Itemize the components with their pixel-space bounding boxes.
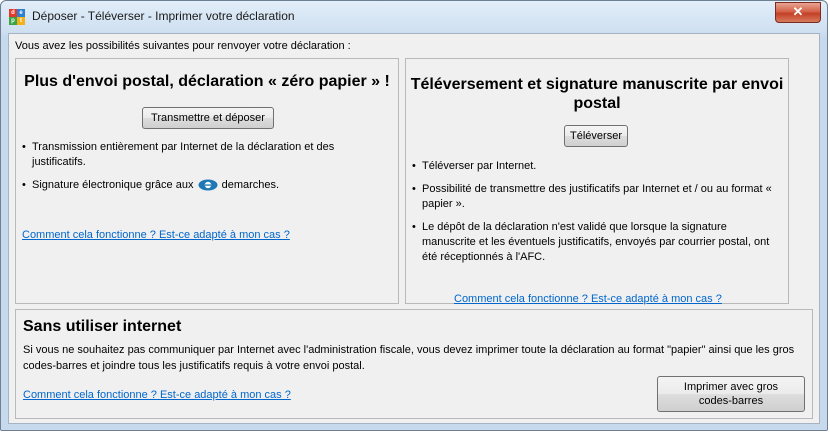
dialog-window: d e p t Déposer - Téléverser - Imprimer … xyxy=(0,0,828,431)
button-label-line: Imprimer avec gros xyxy=(683,381,779,393)
app-icon-cell: d xyxy=(9,9,17,17)
intro-text: Vous avez les possibilités suivantes pou… xyxy=(15,40,351,52)
window-title: Déposer - Téléverser - Imprimer votre dé… xyxy=(32,9,295,23)
app-icon: d e p t xyxy=(9,9,25,25)
close-icon: ✕ xyxy=(792,4,804,19)
list-item: Signature électronique grâce aux demarch… xyxy=(22,178,368,193)
upload-button[interactable]: Téléverser xyxy=(564,125,628,147)
title-bar: d e p t Déposer - Téléverser - Imprimer … xyxy=(1,1,827,33)
panel-zero-paper: Plus d'envoi postal, déclaration « zéro … xyxy=(15,58,399,304)
panel-offline: Sans utiliser internet Si vous ne souhai… xyxy=(15,309,813,419)
panel-offline-text: Si vous ne souhaitez pas communiquer par… xyxy=(23,344,795,372)
list-item: Transmission entièrement par Internet de… xyxy=(22,140,368,170)
e-demarches-logo-icon xyxy=(198,179,218,191)
panel-upload: Téléversement et signature manuscrite pa… xyxy=(405,58,789,305)
close-button[interactable]: ✕ xyxy=(775,2,821,23)
how-it-works-link[interactable]: Comment cela fonctionne ? Est-ce adapté … xyxy=(454,293,722,305)
list-item: Téléverser par Internet. xyxy=(412,159,774,174)
how-it-works-link[interactable]: Comment cela fonctionne ? Est-ce adapté … xyxy=(23,389,291,401)
app-icon-cell: e xyxy=(17,9,25,17)
transmit-and-file-button[interactable]: Transmettre et déposer xyxy=(142,107,274,129)
panel-zero-paper-title: Plus d'envoi postal, déclaration « zéro … xyxy=(24,73,390,90)
panel-upload-title: Téléversement et signature manuscrite pa… xyxy=(410,76,784,112)
app-icon-cell: p xyxy=(9,17,17,25)
button-label-line: codes-barres xyxy=(698,395,764,407)
list-item: Le dépôt de la déclaration n'est validé … xyxy=(412,220,774,265)
panel-offline-title: Sans utiliser internet xyxy=(23,318,182,335)
dialog-content: Vous avez les possibilités suivantes pou… xyxy=(8,33,820,424)
list-item-text: Signature électronique grâce aux xyxy=(32,179,194,191)
print-with-barcodes-button[interactable]: Imprimer avec gros codes-barres xyxy=(657,376,805,412)
app-icon-cell: t xyxy=(17,17,25,25)
list-item-text: demarches. xyxy=(221,179,280,191)
panel-upload-list: Téléverser par Internet. Possibilité de … xyxy=(412,159,774,273)
how-it-works-link[interactable]: Comment cela fonctionne ? Est-ce adapté … xyxy=(22,229,290,241)
list-item: Possibilité de transmettre des justifica… xyxy=(412,182,774,212)
panel-zero-paper-list: Transmission entièrement par Internet de… xyxy=(22,140,368,201)
